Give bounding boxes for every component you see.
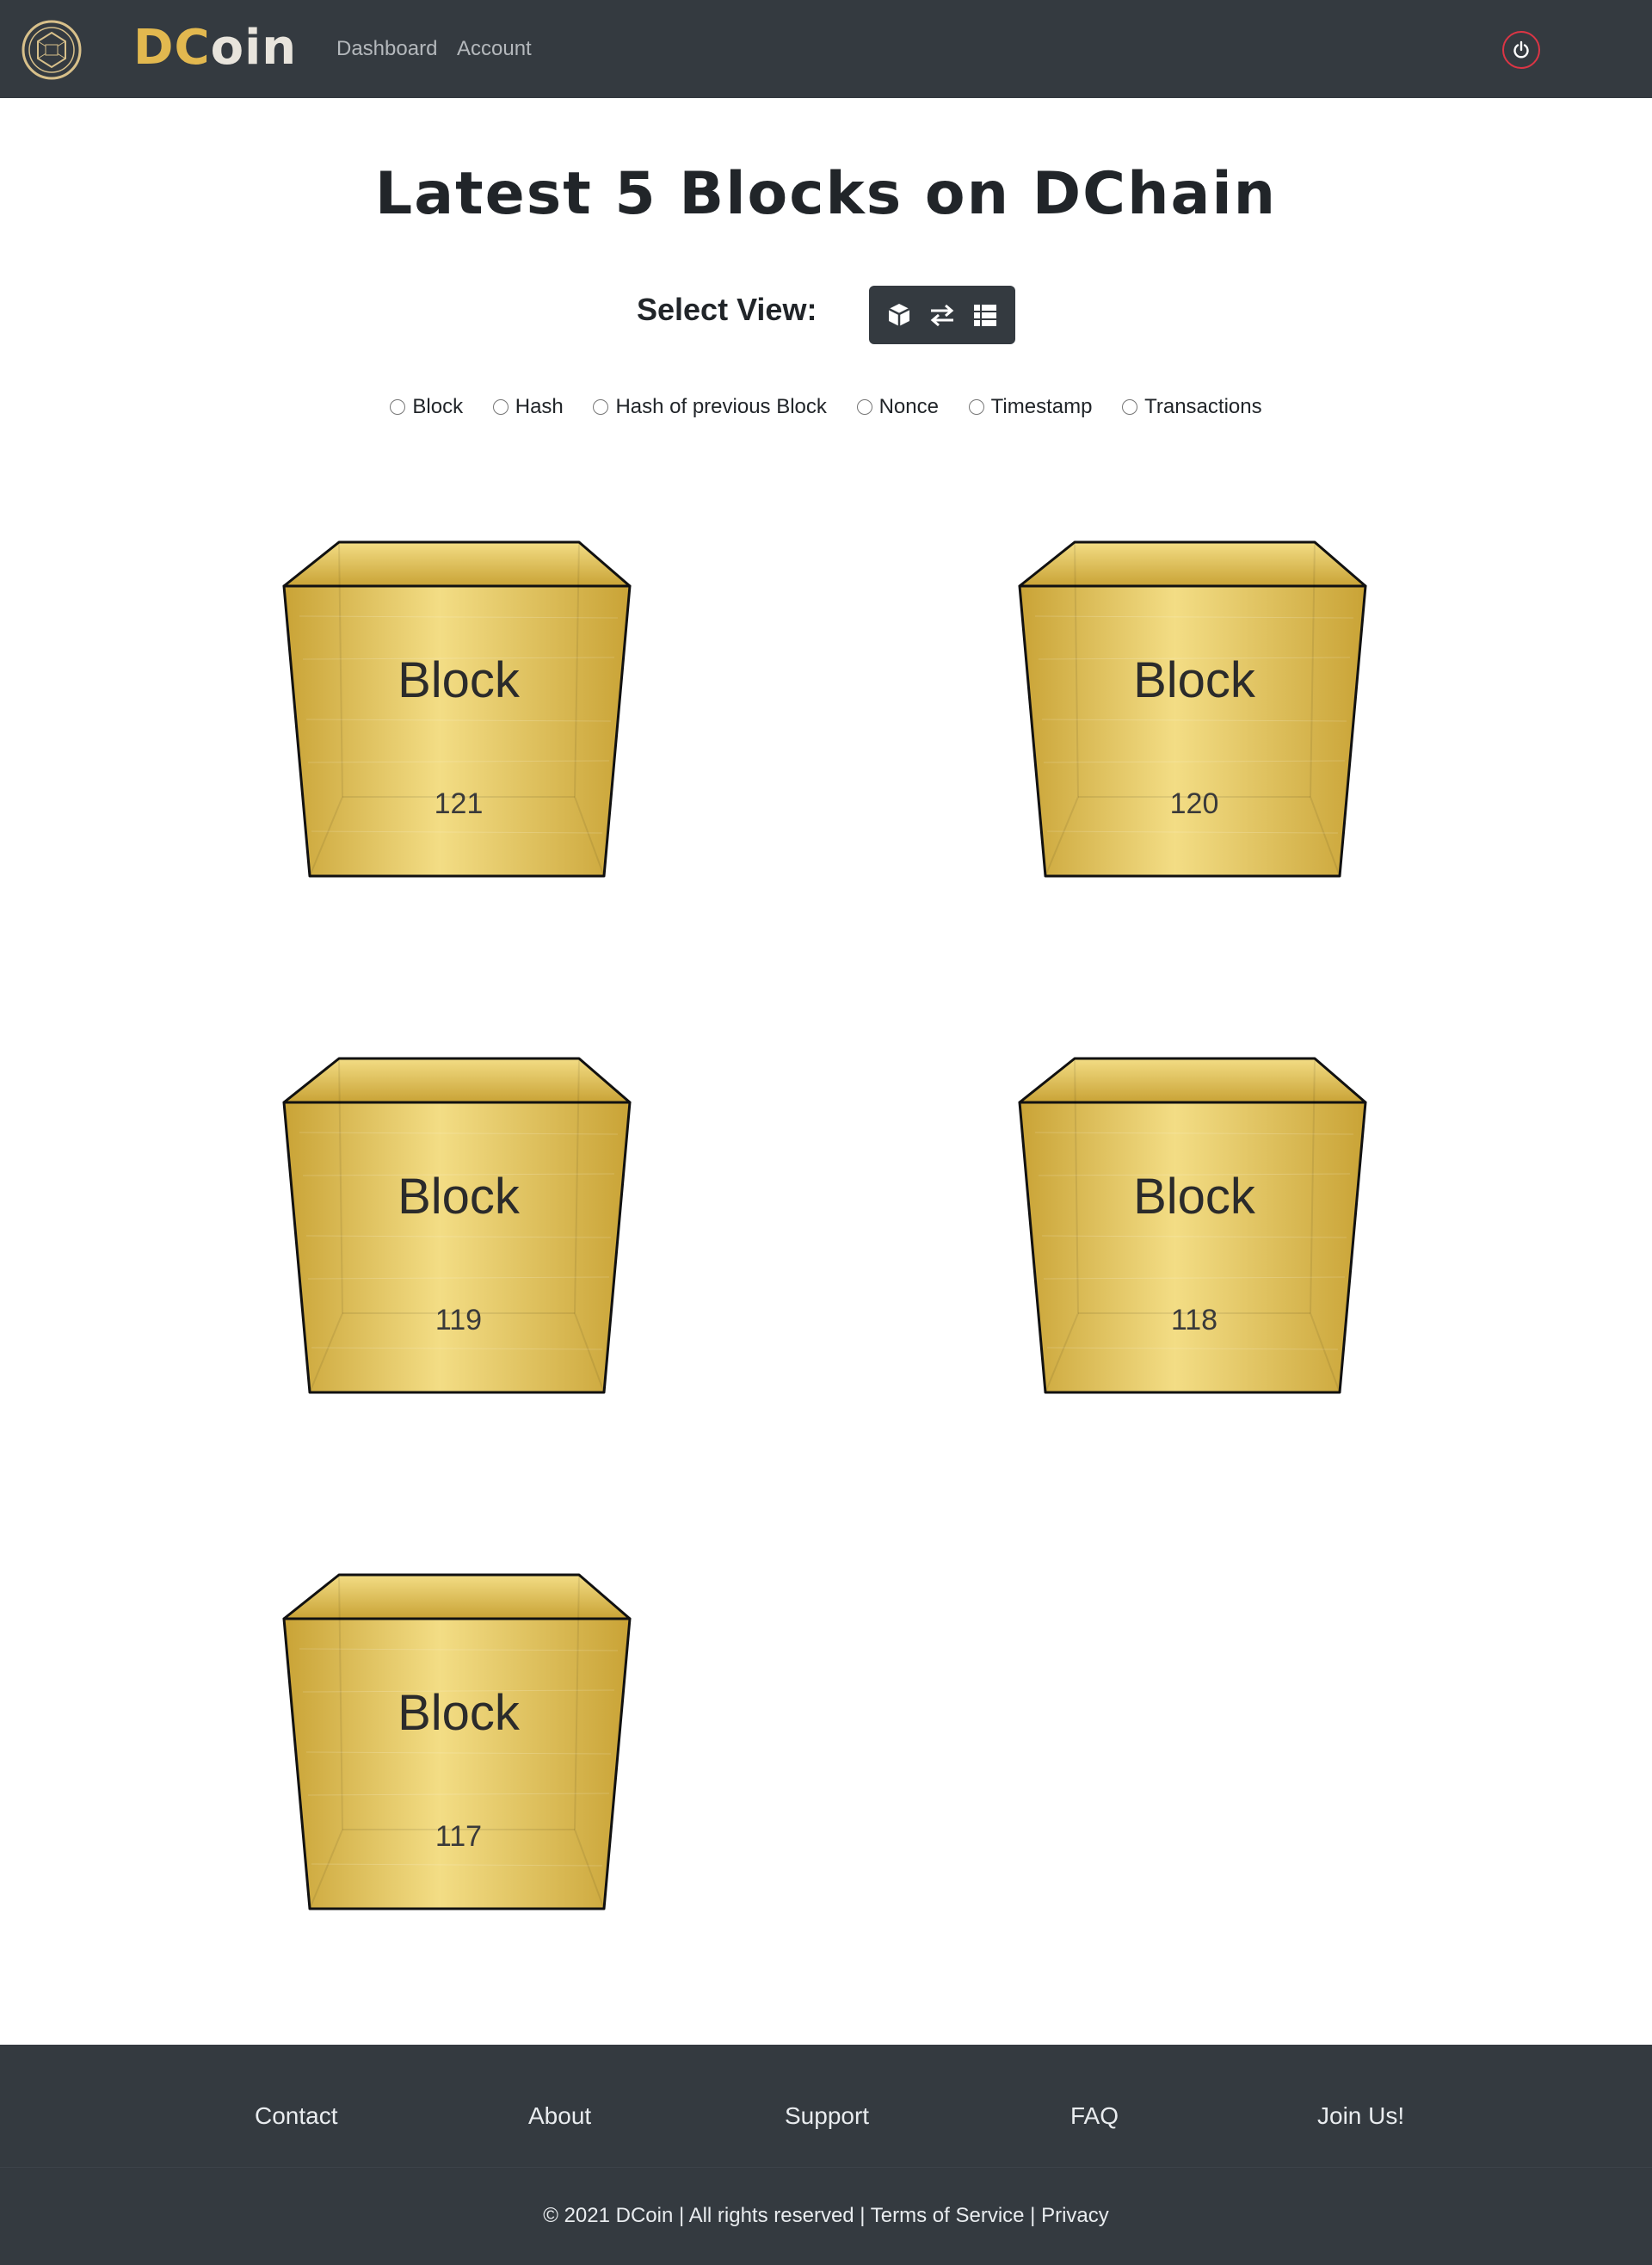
radio-label: Hash — [515, 395, 564, 418]
copyright-text: © 2021 DCoin | All rights reserved | — [543, 2204, 866, 2227]
brand-text-part1: DC — [133, 20, 211, 76]
logout-button[interactable] — [1502, 31, 1540, 69]
radio-label: Block — [412, 395, 464, 418]
nav-link-account[interactable]: Account — [457, 36, 532, 62]
radio-label: Transactions — [1144, 395, 1262, 418]
block-label: Block — [398, 652, 520, 708]
block-label: Block — [1133, 1169, 1255, 1225]
cube-icon — [888, 304, 910, 326]
block-label: Block — [1133, 652, 1255, 708]
footer-link-about[interactable]: About — [528, 2101, 591, 2131]
radio-label: Hash of previous Block — [615, 395, 827, 418]
block-number: 119 — [435, 1304, 483, 1336]
block-label: Block — [398, 1169, 520, 1225]
list-view-button[interactable] — [968, 298, 1002, 332]
chain-view-button[interactable] — [925, 298, 959, 332]
footer-link-join-us[interactable]: Join Us! — [1317, 2101, 1404, 2131]
radio-button[interactable] — [593, 399, 609, 415]
brand-logo-text[interactable]: DCoin — [133, 19, 297, 77]
radio-button[interactable] — [968, 399, 984, 415]
power-icon — [1513, 40, 1529, 59]
radio-button[interactable] — [390, 399, 406, 415]
radio-timestamp[interactable]: Timestamp — [968, 392, 1093, 422]
block-cube-120[interactable]: Block 120 — [1018, 539, 1371, 879]
block-number: 118 — [1170, 1304, 1218, 1336]
view-toggle-group — [869, 286, 1015, 344]
radio-block[interactable]: Block — [390, 392, 463, 422]
radio-label: Nonce — [878, 395, 939, 418]
select-view-label: Select View: — [637, 292, 817, 327]
block-cube-119[interactable]: Block 119 — [282, 1055, 635, 1396]
block-cube-118[interactable]: Block 118 — [1018, 1055, 1371, 1396]
privacy-link[interactable]: Privacy — [1041, 2204, 1109, 2227]
block-cube-117[interactable]: Block 117 — [282, 1571, 635, 1912]
brand-text-part2: oin — [210, 20, 298, 76]
navbar: DCoin Dashboard Account — [0, 0, 1652, 98]
radio-nonce[interactable]: Nonce — [856, 392, 939, 422]
block-cube-121[interactable]: Block 121 — [282, 539, 635, 879]
radio-button[interactable] — [856, 399, 872, 415]
radio-previous-hash[interactable]: Hash of previous Block — [593, 392, 827, 422]
nav-link-dashboard[interactable]: Dashboard — [336, 36, 437, 62]
dcoin-logo-icon[interactable] — [21, 19, 83, 81]
cube-view-button[interactable] — [882, 298, 916, 332]
block-number: 121 — [434, 787, 484, 820]
block-number: 117 — [435, 1820, 483, 1853]
page-title: Latest 5 Blocks on DChain — [374, 160, 1278, 228]
radio-button[interactable] — [1122, 399, 1138, 415]
separator: | — [1030, 2204, 1036, 2227]
radio-transactions[interactable]: Transactions — [1122, 392, 1262, 422]
list-icon — [974, 305, 996, 326]
block-label: Block — [398, 1685, 520, 1741]
terms-of-service-link[interactable]: Terms of Service — [871, 2204, 1025, 2227]
exchange-arrows-icon — [930, 304, 954, 327]
footer-link-contact[interactable]: Contact — [255, 2101, 338, 2131]
copyright-line: © 2021 DCoin | All rights reserved | Ter… — [0, 2203, 1652, 2229]
footer-link-faq[interactable]: FAQ — [1070, 2101, 1119, 2131]
footer-link-support[interactable]: Support — [785, 2101, 869, 2131]
display-filter-radios: Block Hash Hash of previous Block Nonce … — [0, 392, 1652, 423]
radio-label: Timestamp — [990, 395, 1093, 418]
radio-hash[interactable]: Hash — [492, 392, 564, 422]
radio-button[interactable] — [492, 399, 509, 415]
block-number: 120 — [1169, 787, 1219, 820]
